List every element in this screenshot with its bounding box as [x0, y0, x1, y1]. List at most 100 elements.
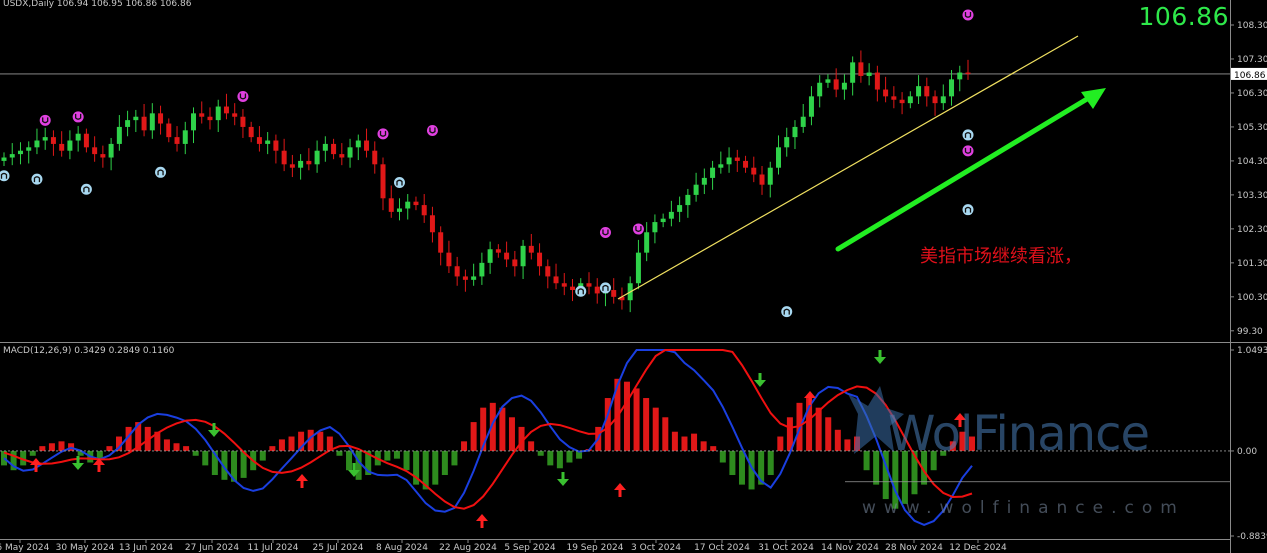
down-fractal-icon	[31, 173, 43, 185]
candle-body	[965, 72, 971, 74]
macd-histogram-bar	[825, 417, 832, 451]
fractal-dot	[393, 177, 405, 188]
macd-histogram-bar	[547, 450, 554, 466]
macd-histogram-bar	[691, 433, 698, 451]
price-tick-label: 103.30	[1237, 191, 1267, 201]
candle-body	[553, 276, 559, 284]
price-chart[interactable]: 108.30 107.30 106.30 105.30 104.30 103.30 102.…	[0, 0, 1267, 553]
up-fractal-icon	[72, 111, 84, 123]
up-fractal-icon	[377, 128, 389, 140]
bullish-arrow	[835, 88, 1106, 252]
macd-histogram-bar	[202, 450, 209, 466]
arrow-shaft	[835, 93, 1095, 252]
down-fractal-icon	[80, 183, 92, 195]
fractal-dot	[426, 125, 438, 137]
arrow-stem	[352, 463, 356, 470]
arrow-head	[874, 357, 886, 364]
candle-body	[512, 259, 518, 267]
up-fractal-icon	[599, 226, 611, 238]
macd-histogram-bar	[643, 398, 650, 451]
macd-histogram-bar	[384, 450, 391, 461]
macd-histogram-bar	[432, 450, 439, 485]
candle-body	[866, 72, 872, 76]
date-tick-label: 28 Nov 2024	[885, 543, 943, 553]
candle-body	[874, 72, 880, 90]
candle-body	[50, 137, 56, 144]
candle-body	[883, 89, 889, 97]
date-tick-label: 31 Oct 2024	[758, 543, 814, 553]
candle-body	[850, 62, 856, 83]
candlestick-series	[1, 50, 971, 313]
candle-body	[331, 143, 337, 155]
price-tick-label: 108.30	[1237, 21, 1267, 31]
candle-body	[281, 150, 287, 165]
candle-body	[92, 147, 98, 155]
candle-body	[454, 266, 460, 277]
candle-body	[372, 150, 378, 165]
macd-histogram-bar	[163, 439, 170, 451]
candle-body	[83, 133, 89, 148]
arrow-stem	[97, 465, 101, 472]
candle-body	[421, 205, 427, 216]
arrow-head	[804, 391, 816, 398]
symbol-info: USDX,Daily 106.94 106.95 106.86 106.86	[3, 0, 192, 9]
fractal-dot	[599, 282, 611, 294]
candle-body	[26, 147, 32, 151]
fractal-dot	[962, 145, 974, 157]
candle-body	[808, 96, 814, 117]
macd-histogram-bar	[633, 388, 640, 451]
candle-body	[528, 245, 534, 253]
candle-body	[504, 252, 510, 260]
candle-body	[429, 215, 435, 233]
candle-body	[17, 150, 23, 155]
macd-histogram-bar	[710, 446, 717, 451]
candle-body	[767, 167, 773, 185]
date-tick-label: 30 May 2024	[56, 543, 115, 553]
candle-body	[207, 116, 213, 121]
candle-body	[240, 116, 246, 127]
candle-body	[471, 276, 477, 280]
candle-body	[916, 86, 922, 97]
arrow-head	[614, 483, 626, 490]
fractal-dot	[962, 129, 974, 141]
candle-body	[174, 137, 180, 144]
candle-body	[34, 140, 40, 148]
candle-body	[248, 126, 254, 138]
up-fractal-icon	[632, 223, 644, 235]
candle-body	[586, 283, 592, 287]
macd-histogram-bar	[537, 450, 544, 456]
macd-histogram-bar	[528, 441, 535, 451]
candle-body	[446, 252, 452, 267]
fractal-dot	[781, 306, 793, 318]
candle-body	[594, 286, 600, 294]
up-fractal-icon	[962, 145, 974, 157]
macd-histogram-bar	[470, 422, 477, 451]
fractal-dot	[39, 114, 51, 126]
candle-body	[75, 133, 81, 141]
down-fractal-icon	[781, 306, 793, 318]
down-fractal-icon	[393, 177, 405, 188]
candle-body	[158, 113, 164, 124]
down-fractal-icon	[155, 166, 167, 178]
candle-body	[116, 126, 122, 144]
macd-sell-arrow-icon	[754, 373, 766, 387]
macd-histogram-bar	[873, 450, 880, 485]
candle-body	[215, 106, 221, 121]
candle-body	[949, 79, 955, 97]
candle-body	[355, 140, 361, 148]
date-tick-label: 22 Aug 2024	[439, 543, 497, 553]
macd-histogram-bar	[738, 450, 745, 485]
macd-sell-arrow-icon	[874, 350, 886, 364]
candle-body	[841, 82, 847, 90]
macd-histogram-bar	[393, 450, 400, 459]
price-tick-label: 106.30	[1237, 89, 1267, 99]
macd-histogram-bar	[269, 446, 276, 451]
candle-body	[520, 245, 526, 267]
macd-sell-arrow-icon	[557, 472, 569, 486]
date-tick-label: 27 Jun 2024	[185, 543, 239, 553]
arrow-head	[72, 463, 84, 470]
macd-tick-label: -0.8839	[1237, 532, 1267, 542]
price-tick-label: 100.30	[1237, 293, 1267, 303]
macd-tick-label: 0.00	[1237, 447, 1257, 457]
candle-body	[487, 249, 493, 263]
